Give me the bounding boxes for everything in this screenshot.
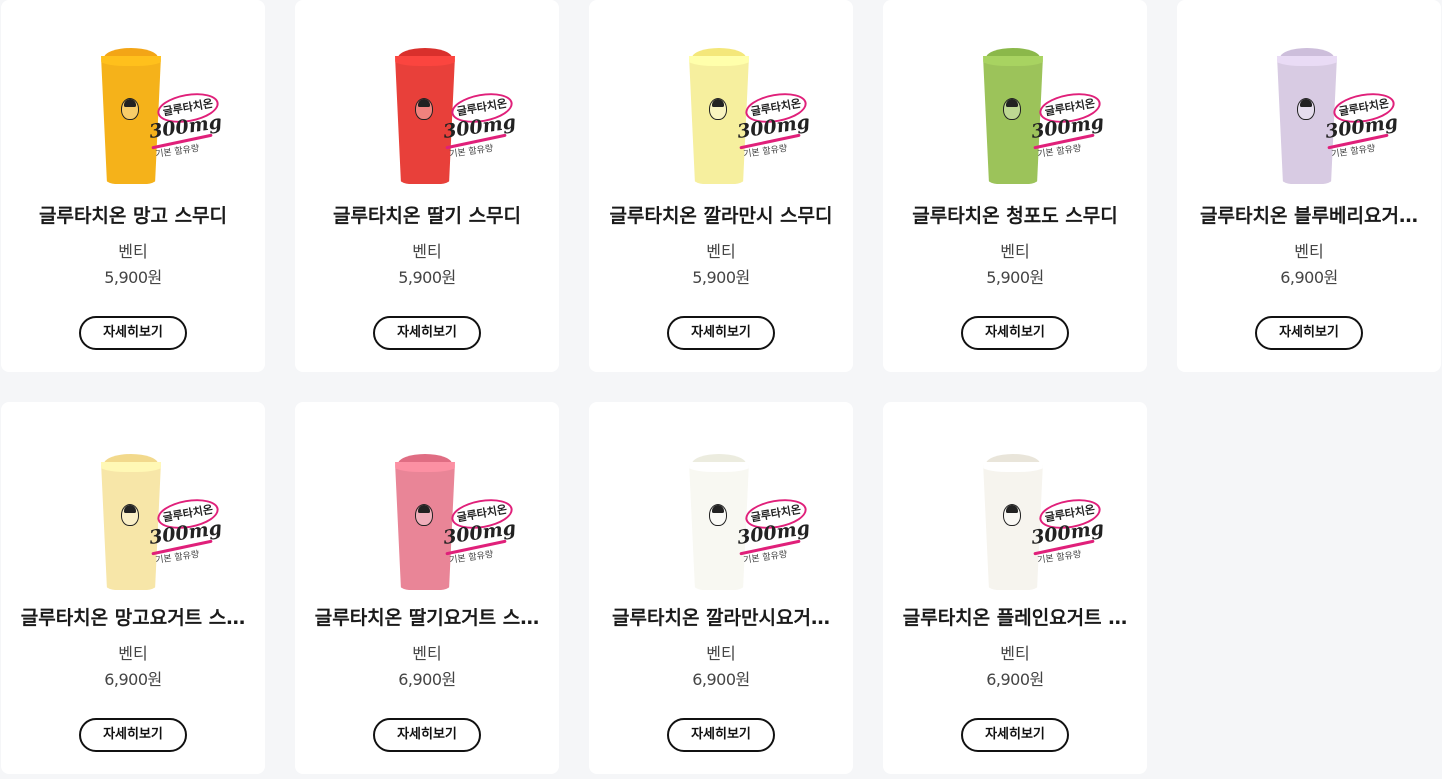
- product-image[interactable]: 글루타치온 300mg 기본 함유량: [589, 46, 853, 186]
- product-card[interactable]: 글루타치온 300mg 기본 함유량 글루타치온 딸기요거트 스… 벤티 6,9…: [295, 402, 559, 774]
- view-details-button[interactable]: 자세히보기: [667, 718, 775, 752]
- character-logo-icon: [1003, 98, 1021, 120]
- glutathione-sticker: 글루타치온 300mg 기본 함유량: [148, 88, 259, 170]
- product-size: 벤티: [118, 242, 148, 261]
- product-card[interactable]: 글루타치온 300mg 기본 함유량 글루타치온 망고요거트 스… 벤티 6,9…: [1, 402, 265, 774]
- view-details-button[interactable]: 자세히보기: [79, 316, 187, 350]
- glutathione-sticker: 글루타치온 300mg 기본 함유량: [442, 88, 553, 170]
- product-name[interactable]: 글루타치온 블루베리요거…: [1191, 201, 1427, 228]
- product-price: 5,900원: [398, 268, 456, 287]
- product-card[interactable]: 글루타치온 300mg 기본 함유량 글루타치온 딸기 스무디 벤티 5,900…: [295, 0, 559, 372]
- product-price: 6,900원: [986, 670, 1044, 689]
- character-logo-icon: [709, 98, 727, 120]
- product-card[interactable]: 글루타치온 300mg 기본 함유량 글루타치온 플레인요거트 … 벤티 6,9…: [883, 402, 1147, 774]
- product-size: 벤티: [412, 242, 442, 261]
- product-price: 5,900원: [104, 268, 162, 287]
- product-image[interactable]: 글루타치온 300mg 기본 함유량: [295, 46, 559, 186]
- product-size: 벤티: [118, 644, 148, 663]
- product-size: 벤티: [412, 644, 442, 663]
- glutathione-sticker: 글루타치온 300mg 기본 함유량: [736, 494, 847, 576]
- product-name[interactable]: 글루타치온 망고 스무디: [15, 201, 251, 228]
- product-image[interactable]: 글루타치온 300mg 기본 함유량: [589, 452, 853, 592]
- product-image[interactable]: 글루타치온 300mg 기본 함유량: [1, 452, 265, 592]
- product-size: 벤티: [1000, 242, 1030, 261]
- character-logo-icon: [709, 504, 727, 526]
- product-size: 벤티: [1294, 242, 1324, 261]
- product-size: 벤티: [706, 644, 736, 663]
- product-price: 6,900원: [104, 670, 162, 689]
- character-logo-icon: [415, 98, 433, 120]
- product-image[interactable]: 글루타치온 300mg 기본 함유량: [1177, 46, 1441, 186]
- glutathione-sticker: 글루타치온 300mg 기본 함유량: [148, 494, 259, 576]
- product-price: 5,900원: [986, 268, 1044, 287]
- product-price: 6,900원: [398, 670, 456, 689]
- view-details-button[interactable]: 자세히보기: [373, 718, 481, 752]
- product-card[interactable]: 글루타치온 300mg 기본 함유량 글루타치온 망고 스무디 벤티 5,900…: [1, 0, 265, 372]
- product-price: 5,900원: [692, 268, 750, 287]
- product-image[interactable]: 글루타치온 300mg 기본 함유량: [883, 452, 1147, 592]
- glutathione-sticker: 글루타치온 300mg 기본 함유량: [1030, 88, 1141, 170]
- glutathione-sticker: 글루타치온 300mg 기본 함유량: [736, 88, 847, 170]
- view-details-button[interactable]: 자세히보기: [667, 316, 775, 350]
- glutathione-sticker: 글루타치온 300mg 기본 함유량: [1324, 88, 1435, 170]
- product-name[interactable]: 글루타치온 망고요거트 스…: [15, 603, 251, 630]
- view-details-button[interactable]: 자세히보기: [1255, 316, 1363, 350]
- product-card[interactable]: 글루타치온 300mg 기본 함유량 글루타치온 청포도 스무디 벤티 5,90…: [883, 0, 1147, 372]
- product-grid: 글루타치온 300mg 기본 함유량 글루타치온 망고 스무디 벤티 5,900…: [0, 0, 1442, 779]
- glutathione-sticker: 글루타치온 300mg 기본 함유량: [1030, 494, 1141, 576]
- product-name[interactable]: 글루타치온 딸기 스무디: [309, 201, 545, 228]
- view-details-button[interactable]: 자세히보기: [373, 316, 481, 350]
- product-name[interactable]: 글루타치온 딸기요거트 스…: [309, 603, 545, 630]
- product-image[interactable]: 글루타치온 300mg 기본 함유량: [883, 46, 1147, 186]
- product-name[interactable]: 글루타치온 깔라만시요거…: [603, 603, 839, 630]
- view-details-button[interactable]: 자세히보기: [79, 718, 187, 752]
- product-name[interactable]: 글루타치온 플레인요거트 …: [897, 603, 1133, 630]
- character-logo-icon: [415, 504, 433, 526]
- view-details-button[interactable]: 자세히보기: [961, 718, 1069, 752]
- product-name[interactable]: 글루타치온 청포도 스무디: [897, 201, 1133, 228]
- product-image[interactable]: 글루타치온 300mg 기본 함유량: [1, 46, 265, 186]
- character-logo-icon: [121, 98, 139, 120]
- character-logo-icon: [1003, 504, 1021, 526]
- product-card[interactable]: 글루타치온 300mg 기본 함유량 글루타치온 깔라만시 스무디 벤티 5,9…: [589, 0, 853, 372]
- character-logo-icon: [1297, 98, 1315, 120]
- product-image[interactable]: 글루타치온 300mg 기본 함유량: [295, 452, 559, 592]
- character-logo-icon: [121, 504, 139, 526]
- glutathione-sticker: 글루타치온 300mg 기본 함유량: [442, 494, 553, 576]
- view-details-button[interactable]: 자세히보기: [961, 316, 1069, 350]
- product-size: 벤티: [706, 242, 736, 261]
- product-size: 벤티: [1000, 644, 1030, 663]
- product-price: 6,900원: [1280, 268, 1338, 287]
- product-name[interactable]: 글루타치온 깔라만시 스무디: [603, 201, 839, 228]
- product-price: 6,900원: [692, 670, 750, 689]
- product-card[interactable]: 글루타치온 300mg 기본 함유량 글루타치온 블루베리요거… 벤티 6,90…: [1177, 0, 1441, 372]
- product-card[interactable]: 글루타치온 300mg 기본 함유량 글루타치온 깔라만시요거… 벤티 6,90…: [589, 402, 853, 774]
